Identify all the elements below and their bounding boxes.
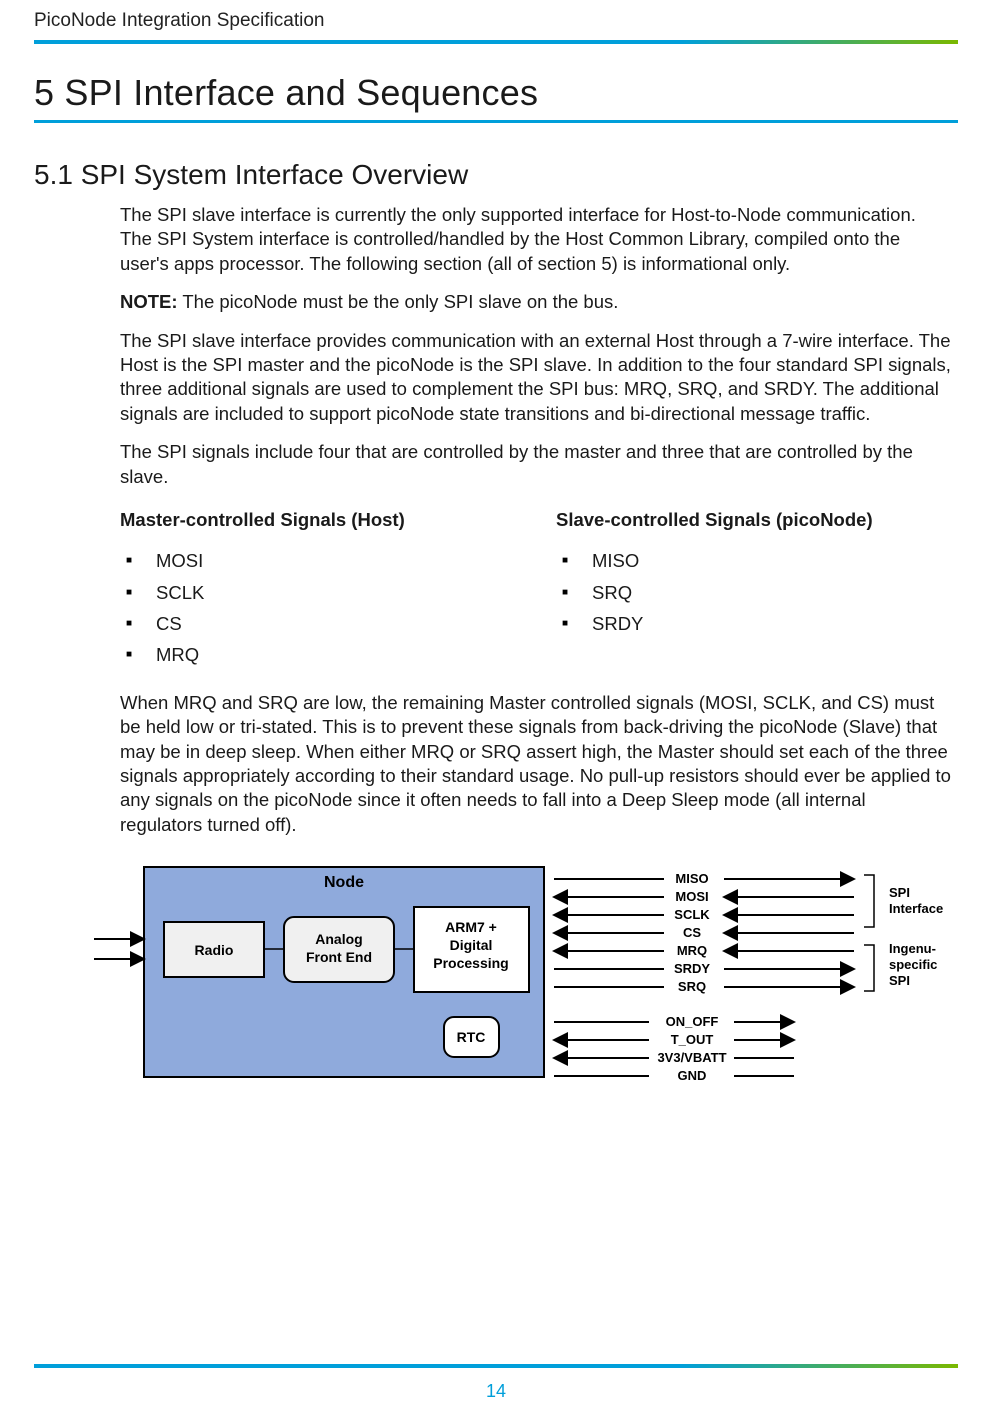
signal-srdy: SRDY bbox=[674, 961, 710, 976]
signal-tout: T_OUT bbox=[671, 1032, 714, 1047]
radio-block: Radio bbox=[195, 942, 234, 958]
bracket-ing-l3: SPI bbox=[889, 973, 910, 988]
afe-line1: Analog bbox=[315, 931, 362, 947]
list-item: MISO bbox=[556, 545, 952, 576]
column-head-slave: Slave-controlled Signals (picoNode) bbox=[556, 509, 952, 531]
running-header: PicoNode Integration Specification bbox=[34, 0, 958, 40]
afe-line2: Front End bbox=[306, 949, 372, 965]
list-item: SRQ bbox=[556, 577, 952, 608]
signal-3v3: 3V3/VBATT bbox=[657, 1050, 726, 1065]
block-diagram: Node Radio Analog Front End ARM7 + Digit… bbox=[94, 857, 958, 1112]
note-paragraph: NOTE: The picoNode must be the only SPI … bbox=[120, 290, 952, 314]
heading-1-underline bbox=[34, 120, 958, 123]
signal-srq: SRQ bbox=[678, 979, 706, 994]
signal-sclk: SCLK bbox=[674, 907, 710, 922]
paragraph: When MRQ and SRQ are low, the remaining … bbox=[120, 691, 952, 837]
rtc-block: RTC bbox=[457, 1029, 486, 1045]
list-item: SRDY bbox=[556, 608, 952, 639]
paragraph: The SPI signals include four that are co… bbox=[120, 440, 952, 489]
paragraph: The SPI slave interface provides communi… bbox=[120, 329, 952, 427]
node-label: Node bbox=[324, 874, 364, 891]
arm-line3: Processing bbox=[433, 955, 508, 971]
note-body: The picoNode must be the only SPI slave … bbox=[178, 291, 619, 312]
signal-gnd: GND bbox=[678, 1068, 707, 1083]
signal-miso: MISO bbox=[675, 871, 708, 886]
master-signal-list: MOSI SCLK CS MRQ bbox=[120, 545, 516, 671]
note-label: NOTE: bbox=[120, 291, 178, 312]
bracket-spi-l1: SPI bbox=[889, 885, 910, 900]
column-head-master: Master-controlled Signals (Host) bbox=[120, 509, 516, 531]
bracket-spi-l2: Interface bbox=[889, 901, 943, 916]
list-item: CS bbox=[120, 608, 516, 639]
heading-2: 5.1 SPI System Interface Overview bbox=[34, 159, 958, 191]
bracket-ing-l2: specific bbox=[889, 957, 937, 972]
page-number: 14 bbox=[0, 1381, 992, 1402]
signal-columns: Master-controlled Signals (Host) MOSI SC… bbox=[120, 509, 952, 671]
signal-onoff: ON_OFF bbox=[666, 1014, 719, 1029]
arm-line2: Digital bbox=[450, 937, 493, 953]
bracket-ing-l1: Ingenu- bbox=[889, 941, 936, 956]
list-item: SCLK bbox=[120, 577, 516, 608]
header-rule bbox=[34, 40, 958, 44]
signal-mrq: MRQ bbox=[677, 943, 707, 958]
signal-cs: CS bbox=[683, 925, 701, 940]
list-item: MOSI bbox=[120, 545, 516, 576]
heading-1: 5 SPI Interface and Sequences bbox=[34, 72, 958, 114]
list-item: MRQ bbox=[120, 639, 516, 670]
footer-rule bbox=[34, 1364, 958, 1368]
paragraph: The SPI slave interface is currently the… bbox=[120, 203, 952, 276]
slave-signal-list: MISO SRQ SRDY bbox=[556, 545, 952, 639]
signal-mosi: MOSI bbox=[675, 889, 708, 904]
arm-line1: ARM7 + bbox=[445, 919, 497, 935]
